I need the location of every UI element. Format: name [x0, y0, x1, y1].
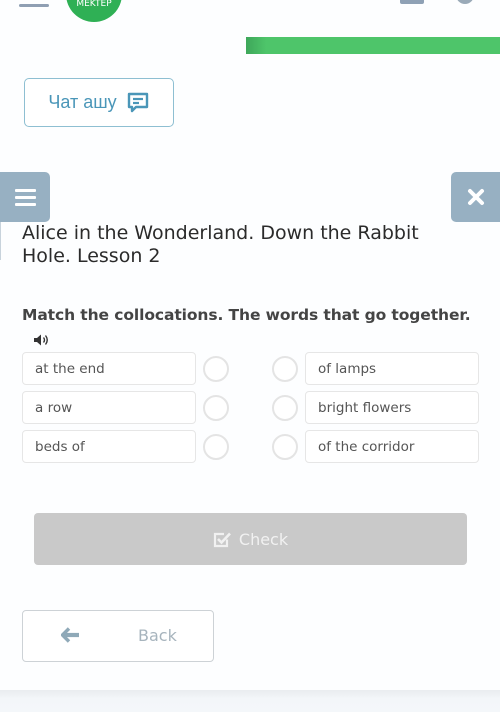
left-match-label: at the end [35, 360, 105, 377]
top-menu-icon[interactable] [19, 4, 49, 7]
right-match-radio[interactable] [272, 434, 298, 460]
menu-button[interactable] [0, 172, 50, 222]
left-match-label: beds of [35, 438, 85, 455]
logo-text: MEKTEP [76, 0, 112, 9]
open-chat-button[interactable]: Чат ашу [24, 78, 174, 127]
arrow-left-icon [61, 627, 79, 643]
right-match-radio[interactable] [272, 395, 298, 421]
check-button[interactable]: Check [34, 513, 467, 565]
left-match-radio[interactable] [203, 395, 229, 421]
logo[interactable]: MEKTEP [66, 0, 122, 22]
back-label: Back [138, 626, 177, 645]
chat-bubble-icon [127, 92, 148, 112]
right-match-radio[interactable] [272, 356, 298, 382]
open-chat-label: Чат ашу [48, 92, 117, 112]
right-match-label: of lamps [318, 360, 377, 377]
checkbox-check-icon [213, 532, 231, 547]
hamburger-icon-line [14, 195, 36, 199]
progress-bar [246, 37, 500, 54]
check-label: Check [238, 529, 289, 549]
back-button[interactable]: Back [22, 610, 214, 662]
right-match-item[interactable]: of the corridor [305, 430, 479, 463]
hamburger-icon-line [14, 202, 36, 206]
left-match-item[interactable]: at the end [22, 352, 196, 385]
lesson-title: Alice in the Wonderland. Down the Rabbit… [22, 222, 419, 267]
close-button[interactable] [451, 172, 500, 222]
right-match-item[interactable]: bright flowers [305, 391, 479, 424]
right-match-label: bright flowers [318, 399, 412, 416]
divider [0, 222, 1, 260]
left-match-item[interactable]: a row [22, 391, 196, 424]
left-match-radio[interactable] [203, 434, 229, 460]
footer [0, 690, 500, 712]
speaker-icon[interactable] [33, 333, 51, 347]
right-match-item[interactable]: of lamps [305, 352, 479, 385]
task-instruction: Match the collocations. The words that g… [22, 306, 471, 324]
close-icon [467, 189, 484, 205]
right-match-label: of the corridor [318, 438, 415, 455]
left-match-radio[interactable] [203, 356, 229, 382]
progress-fill [246, 37, 500, 54]
left-match-label: a row [35, 399, 73, 416]
left-match-item[interactable]: beds of [22, 430, 196, 463]
top-icon-2[interactable] [456, 0, 474, 4]
top-icon-1[interactable] [400, 0, 424, 4]
hamburger-icon-line [14, 188, 36, 192]
